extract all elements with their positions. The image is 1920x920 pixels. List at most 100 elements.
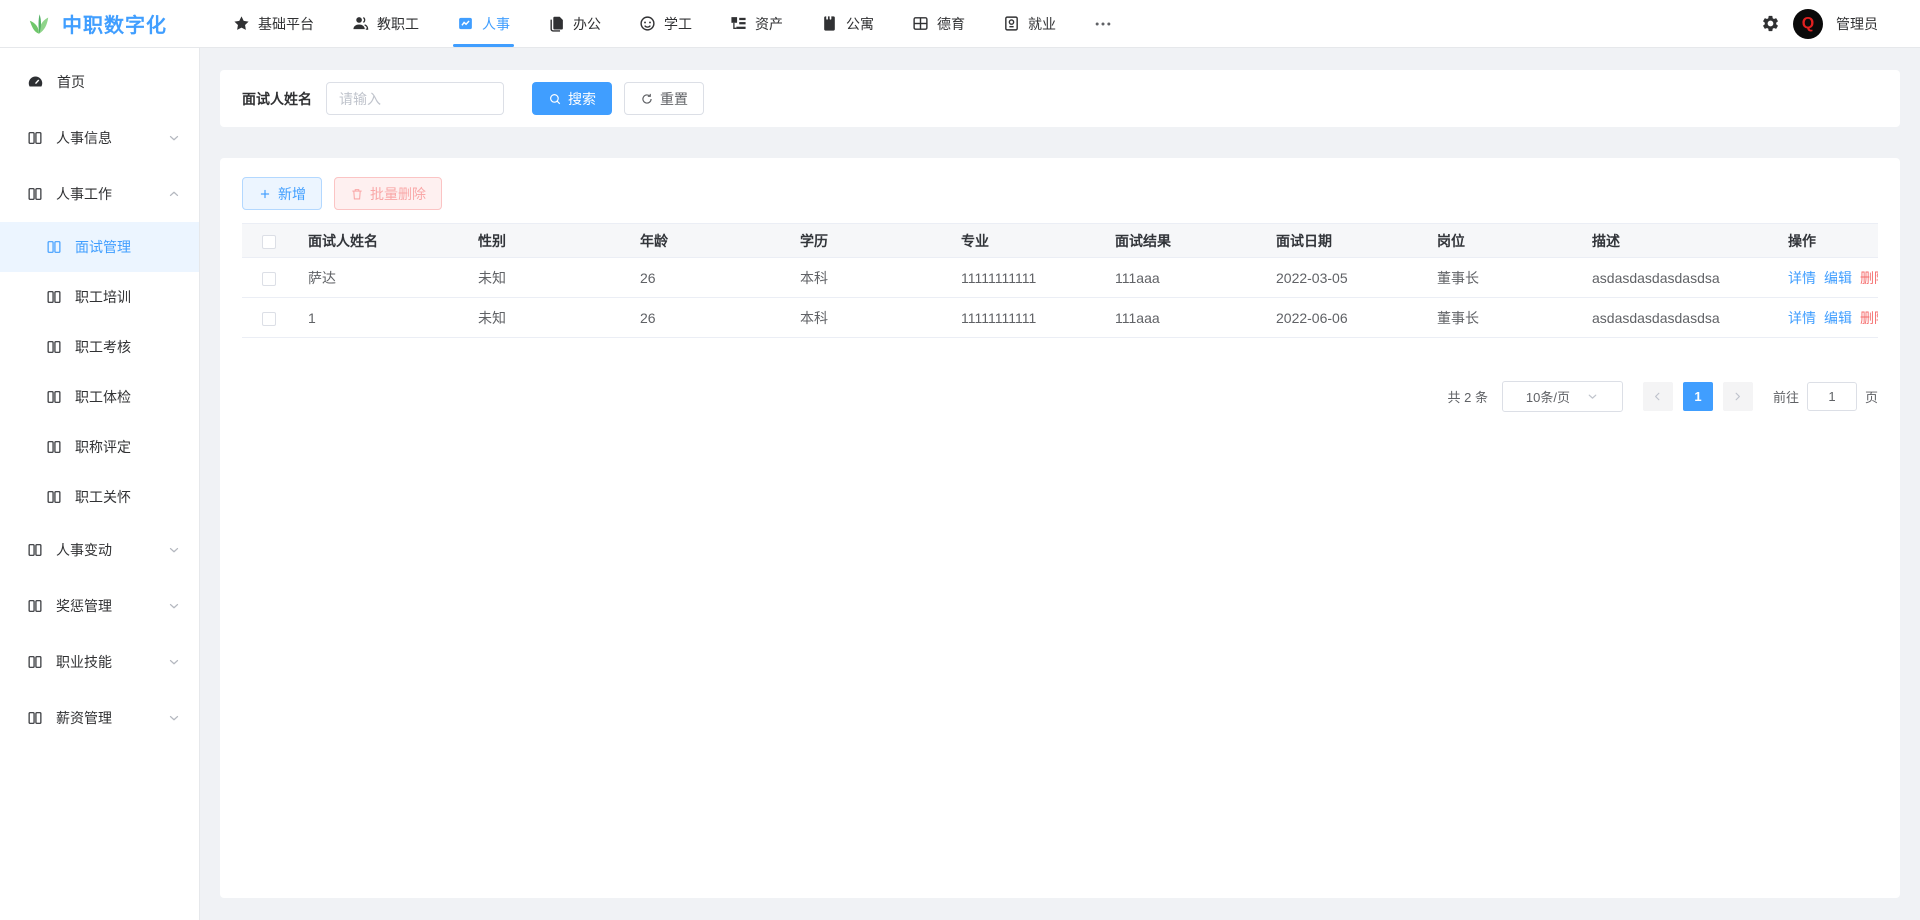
more-icon bbox=[1093, 14, 1113, 34]
row-checkbox[interactable] bbox=[262, 272, 276, 286]
nav-label: 资产 bbox=[755, 14, 783, 34]
sidebar-item-staff-assessment[interactable]: 职工考核 bbox=[0, 322, 199, 372]
chevron-down-icon bbox=[167, 543, 181, 557]
col-header-description: 描述 bbox=[1582, 224, 1778, 258]
table-panel: 新增 批量删除 面试人姓名 性别 年龄 学历 专业 bbox=[220, 158, 1900, 898]
row-checkbox[interactable] bbox=[262, 312, 276, 326]
sidebar-item-personnel-info[interactable]: 人事信息 bbox=[0, 110, 199, 166]
sidebar-item-reward-punishment[interactable]: 奖惩管理 bbox=[0, 578, 199, 634]
edit-link[interactable]: 编辑 bbox=[1824, 310, 1852, 326]
col-header-age: 年龄 bbox=[630, 224, 790, 258]
brand-logo[interactable]: 中职数字化 bbox=[0, 9, 200, 38]
cell-result: 111aaa bbox=[1105, 258, 1266, 298]
next-page-button[interactable] bbox=[1723, 382, 1753, 411]
user-name: 管理员 bbox=[1836, 14, 1878, 34]
page-number-button[interactable]: 1 bbox=[1683, 382, 1713, 411]
sidebar-item-label: 人事工作 bbox=[56, 184, 112, 204]
book-icon bbox=[27, 654, 43, 670]
nav-label: 基础平台 bbox=[258, 14, 314, 34]
cell-description: asdasdasdasdasdsa bbox=[1582, 298, 1778, 338]
sidebar-item-label: 面试管理 bbox=[75, 237, 131, 257]
detail-link[interactable]: 详情 bbox=[1788, 270, 1816, 286]
search-button[interactable]: 搜索 bbox=[532, 82, 612, 115]
nav-item-platform[interactable]: 基础平台 bbox=[223, 0, 324, 47]
goto-label: 前往 bbox=[1773, 387, 1799, 406]
add-button[interactable]: 新增 bbox=[242, 177, 322, 210]
col-header-name: 面试人姓名 bbox=[298, 224, 468, 258]
nav-item-assets[interactable]: 资产 bbox=[720, 0, 793, 47]
nav-item-apartment[interactable]: 公寓 bbox=[811, 0, 884, 47]
nav-item-employment[interactable]: 就业 bbox=[993, 0, 1066, 47]
trash-icon bbox=[350, 187, 364, 201]
sidebar-item-interview-management[interactable]: 面试管理 bbox=[0, 222, 199, 272]
arrow-right-icon bbox=[1731, 390, 1744, 403]
sidebar-item-title-evaluation[interactable]: 职称评定 bbox=[0, 422, 199, 472]
sidebar-item-label: 人事变动 bbox=[56, 540, 112, 560]
documents-icon bbox=[548, 15, 565, 32]
sidebar-item-label: 职称评定 bbox=[75, 437, 131, 457]
nav-label: 德育 bbox=[937, 14, 965, 34]
book-icon bbox=[27, 186, 43, 202]
nav-label: 办公 bbox=[573, 14, 601, 34]
sidebar-item-label: 职工考核 bbox=[75, 337, 131, 357]
sidebar-item-label: 职业技能 bbox=[56, 652, 112, 672]
nav-label: 学工 bbox=[664, 14, 692, 34]
col-header-actions: 操作 bbox=[1778, 224, 1878, 258]
nav-label: 教职工 bbox=[377, 14, 419, 34]
delete-link[interactable]: 删除 bbox=[1860, 270, 1878, 286]
nav-item-student-affairs[interactable]: 学工 bbox=[629, 0, 702, 47]
sidebar-item-vocational-skills[interactable]: 职业技能 bbox=[0, 634, 199, 690]
cell-date: 2022-03-05 bbox=[1266, 258, 1427, 298]
tree-list-icon bbox=[730, 15, 747, 32]
nav-item-faculty[interactable]: 教职工 bbox=[342, 0, 429, 47]
goto-page-input[interactable] bbox=[1807, 382, 1857, 411]
users-icon bbox=[352, 15, 369, 32]
main-content: 面试人姓名 搜索 重置 新增 批量删除 bbox=[200, 0, 1920, 918]
chevron-down-icon bbox=[167, 131, 181, 145]
user-avatar[interactable]: Q bbox=[1793, 9, 1823, 39]
sidebar-item-personnel-changes[interactable]: 人事变动 bbox=[0, 522, 199, 578]
book-icon bbox=[27, 598, 43, 614]
nav-item-personnel[interactable]: 人事 bbox=[447, 0, 520, 47]
interviewee-name-input[interactable] bbox=[326, 82, 504, 115]
sidebar-item-staff-training[interactable]: 职工培训 bbox=[0, 272, 199, 322]
table-header-row: 面试人姓名 性别 年龄 学历 专业 面试结果 面试日期 岗位 描述 操作 bbox=[242, 224, 1878, 258]
col-header-major: 专业 bbox=[951, 224, 1105, 258]
sidebar-item-personnel-work[interactable]: 人事工作 bbox=[0, 166, 199, 222]
nav-more-button[interactable] bbox=[1081, 0, 1125, 47]
top-navigation: 基础平台 教职工 人事 办公 学工 资产 公寓 德育 bbox=[214, 0, 1131, 47]
sidebar-item-staff-care[interactable]: 职工关怀 bbox=[0, 472, 199, 522]
col-header-education: 学历 bbox=[790, 224, 951, 258]
chevron-down-icon bbox=[167, 599, 181, 613]
cell-gender: 未知 bbox=[468, 298, 630, 338]
chevron-down-icon bbox=[167, 711, 181, 725]
col-header-gender: 性别 bbox=[468, 224, 630, 258]
leaf-logo-icon bbox=[26, 11, 52, 37]
sidebar-item-staff-checkup[interactable]: 职工体检 bbox=[0, 372, 199, 422]
cell-description: asdasdasdasdasdsa bbox=[1582, 258, 1778, 298]
page-size-select[interactable]: 10条/页 bbox=[1502, 381, 1623, 412]
book-icon bbox=[46, 389, 62, 405]
cell-position: 董事长 bbox=[1427, 258, 1582, 298]
prev-page-button[interactable] bbox=[1643, 382, 1673, 411]
edit-link[interactable]: 编辑 bbox=[1824, 270, 1852, 286]
pagination-goto: 前往 页 bbox=[1773, 382, 1878, 411]
delete-link[interactable]: 删除 bbox=[1860, 310, 1878, 326]
badge-icon bbox=[1003, 15, 1020, 32]
search-panel: 面试人姓名 搜索 重置 bbox=[220, 70, 1900, 127]
select-all-checkbox[interactable] bbox=[262, 235, 276, 249]
nav-item-office[interactable]: 办公 bbox=[538, 0, 611, 47]
sidebar-item-label: 职工体检 bbox=[75, 387, 131, 407]
cell-date: 2022-06-06 bbox=[1266, 298, 1427, 338]
face-icon bbox=[639, 15, 656, 32]
nav-item-moral-education[interactable]: 德育 bbox=[902, 0, 975, 47]
nav-label: 公寓 bbox=[846, 14, 874, 34]
cell-gender: 未知 bbox=[468, 258, 630, 298]
batch-delete-button[interactable]: 批量删除 bbox=[334, 177, 442, 210]
reset-button[interactable]: 重置 bbox=[624, 82, 704, 115]
sidebar-item-home[interactable]: 首页 bbox=[0, 54, 199, 110]
col-header-date: 面试日期 bbox=[1266, 224, 1427, 258]
sidebar-item-salary-management[interactable]: 薪资管理 bbox=[0, 690, 199, 746]
settings-gear-icon[interactable] bbox=[1761, 14, 1780, 33]
detail-link[interactable]: 详情 bbox=[1788, 310, 1816, 326]
